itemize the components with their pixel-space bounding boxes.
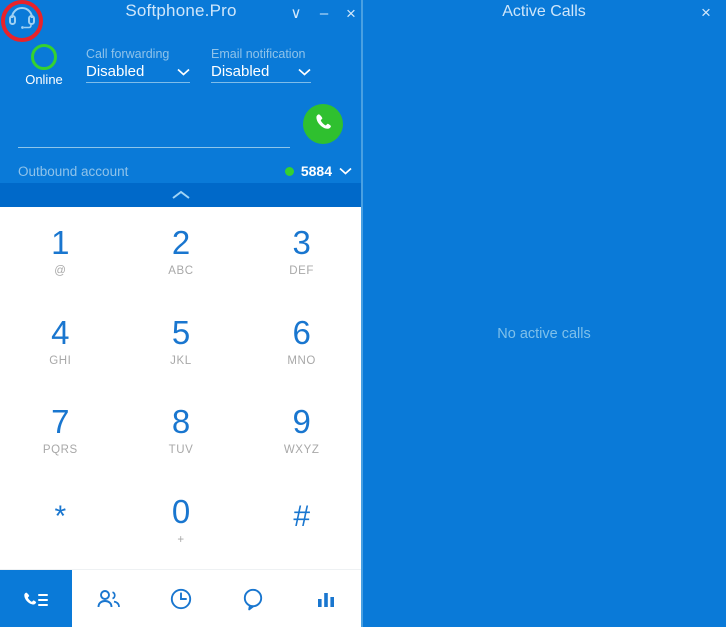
key-digit: #	[293, 500, 310, 534]
panel-divider	[361, 0, 363, 627]
dialpad-key-3[interactable]: 3 DEF	[241, 207, 362, 297]
dialpad-key-2[interactable]: 2 ABC	[121, 207, 242, 297]
account-status-dot-icon	[284, 166, 294, 176]
key-digit: 0	[171, 492, 191, 530]
window-chevron-down-icon[interactable]: ∨	[283, 0, 309, 26]
key-sublabel: GHI	[49, 354, 72, 367]
phone-icon	[314, 112, 333, 136]
key-digit: 1	[51, 224, 70, 262]
outbound-account-label: Outbound account	[18, 164, 129, 179]
tab-chat[interactable]	[217, 570, 289, 627]
call-forwarding-value: Disabled	[86, 63, 145, 80]
dialpad-key-5[interactable]: 5 JKL	[121, 297, 242, 387]
key-digit: 3	[292, 224, 311, 262]
tab-statistics[interactable]	[290, 570, 362, 627]
email-notification-select[interactable]: Disabled	[211, 63, 311, 83]
key-sublabel: +	[177, 533, 185, 546]
active-calls-title: Active Calls	[502, 3, 586, 20]
key-digit: 6	[292, 313, 311, 351]
dialpad-key-9[interactable]: 9 WXYZ	[241, 386, 362, 476]
status-ring-icon	[31, 44, 57, 70]
clock-icon	[168, 587, 194, 611]
status-label: Online	[25, 72, 63, 87]
chat-bubble-icon	[240, 587, 266, 611]
key-sublabel: TUV	[168, 444, 194, 457]
dialpad: 1 @ 2 ABC 3 DEF 4 GHI 5 JKL 6 MNO 7 PQRS…	[0, 207, 362, 565]
phone-keypad-icon	[23, 587, 49, 611]
tab-dialpad[interactable]	[0, 570, 73, 627]
dialpad-key-1[interactable]: 1 @	[0, 207, 121, 297]
key-digit: 2	[171, 224, 191, 262]
contacts-icon	[96, 587, 122, 611]
key-sublabel: ABC	[168, 265, 194, 278]
chevron-down-icon	[298, 66, 311, 78]
left-panel: Softphone.Pro ∨ – × Online Call forwardi…	[0, 0, 362, 627]
key-digit: 9	[292, 403, 311, 441]
call-forwarding-field: Call forwarding Disabled	[86, 47, 190, 83]
bottom-navigation	[0, 569, 362, 627]
call-forwarding-select[interactable]: Disabled	[86, 63, 190, 83]
active-calls-close-button[interactable]: ×	[694, 1, 718, 25]
dialpad-key-star[interactable]: *	[0, 476, 121, 566]
tab-history[interactable]	[145, 570, 217, 627]
softphone-window: Softphone.Pro ∨ – × Online Call forwardi…	[0, 0, 726, 627]
dialpad-key-6[interactable]: 6 MNO	[241, 297, 362, 387]
bar-chart-icon	[313, 587, 339, 611]
active-calls-panel: Active Calls × No active calls	[362, 0, 726, 627]
key-sublabel: JKL	[170, 354, 192, 367]
collapse-panel-button[interactable]	[0, 183, 362, 207]
key-digit: 7	[51, 403, 70, 441]
key-sublabel: WXYZ	[283, 444, 320, 457]
presence-status[interactable]: Online	[14, 44, 74, 87]
chevron-up-icon	[171, 190, 191, 200]
active-calls-empty-message: No active calls	[497, 326, 591, 342]
phone-number-input[interactable]	[18, 120, 290, 148]
key-sublabel: DEF	[289, 265, 315, 278]
tab-contacts[interactable]	[72, 570, 144, 627]
dialpad-key-0[interactable]: 0 +	[121, 476, 242, 566]
dialpad-key-hash[interactable]: #	[241, 476, 362, 566]
outbound-account-selector[interactable]: 5884	[284, 163, 352, 179]
key-sublabel: MNO	[287, 354, 316, 367]
key-sublabel: @	[54, 265, 67, 278]
chevron-down-icon	[339, 164, 352, 178]
dialpad-key-4[interactable]: 4 GHI	[0, 297, 121, 387]
email-notification-value: Disabled	[211, 63, 270, 80]
key-digit: 4	[51, 313, 70, 351]
key-digit: 8	[171, 403, 191, 441]
title-bar: Softphone.Pro ∨ – ×	[0, 0, 362, 42]
dialpad-key-7[interactable]: 7 PQRS	[0, 386, 121, 476]
key-digit: *	[54, 500, 67, 534]
key-digit: 5	[171, 313, 191, 351]
key-sublabel: PQRS	[42, 444, 78, 457]
email-notification-field: Email notification Disabled	[211, 47, 311, 83]
call-forwarding-label: Call forwarding	[86, 47, 170, 61]
email-notification-label: Email notification	[211, 47, 306, 61]
window-close-button[interactable]: ×	[338, 0, 362, 26]
call-button[interactable]	[303, 104, 343, 144]
dialpad-key-8[interactable]: 8 TUV	[121, 386, 242, 476]
outbound-account-value: 5884	[300, 163, 332, 179]
chevron-down-icon	[177, 66, 190, 78]
window-minimize-button[interactable]: –	[311, 0, 337, 26]
